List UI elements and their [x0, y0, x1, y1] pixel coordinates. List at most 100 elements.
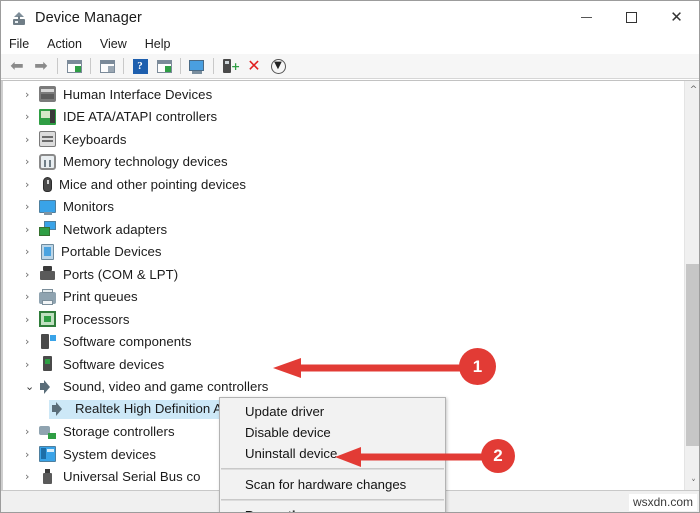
sound-device-icon	[51, 401, 68, 417]
context-menu-item-disable-device[interactable]: Disable device	[220, 422, 445, 443]
annotation-arrow-2	[335, 447, 491, 467]
chevron-right-icon[interactable]: ›	[25, 201, 39, 212]
usb-icon	[39, 468, 56, 485]
close-icon: ✕	[670, 8, 683, 26]
chevron-right-icon[interactable]: ›	[25, 89, 39, 100]
title-bar: Device Manager ✕	[1, 1, 699, 34]
context-menu-item-scan-for-hardware-changes[interactable]: Scan for hardware changes	[220, 474, 445, 495]
tree-item-label: Software components	[63, 334, 192, 350]
scan-for-hardware-changes-icon	[189, 59, 205, 74]
tree-item-print-queues[interactable]: › Print queues	[3, 286, 683, 309]
disable-device-button[interactable]: ▼	[267, 56, 289, 77]
tree-item-ide-ata-atapi-controllers[interactable]: › IDE ATA/ATAPI controllers	[3, 106, 683, 129]
uninstall-device-button[interactable]: ✕	[243, 56, 265, 77]
properties-button[interactable]	[96, 56, 118, 77]
mouse-icon	[43, 176, 52, 192]
software-device-icon	[39, 356, 56, 372]
annotation-arrow-1	[273, 358, 467, 378]
help-icon: ?	[132, 58, 148, 74]
tree-item-human-interface-devices[interactable]: › Human Interface Devices	[3, 83, 683, 106]
printer-icon	[39, 288, 56, 305]
menu-help[interactable]: Help	[145, 37, 180, 51]
update-driver-icon: +	[222, 58, 240, 74]
tree-item-processors[interactable]: › Processors	[3, 308, 683, 331]
chevron-right-icon[interactable]: ›	[25, 291, 39, 302]
show-hide-console-tree-button[interactable]	[63, 56, 85, 77]
device-manager-window: Device Manager ✕ File Action View Help ⬅…	[0, 0, 700, 513]
tree-item-label: Monitors	[63, 199, 114, 215]
tree-item-mice-and-other-pointing-devices[interactable]: › Mice and other pointing devices	[3, 173, 683, 196]
memory-technology-icon	[39, 153, 56, 170]
chevron-right-icon[interactable]: ›	[25, 179, 39, 190]
chevron-right-icon[interactable]: ›	[25, 426, 39, 437]
tree-item-label: Processors	[63, 311, 130, 327]
tree-item-label: System devices	[63, 446, 157, 462]
tree-item-label: Network adapters	[63, 221, 168, 237]
tree-item-label: Storage controllers	[63, 424, 175, 440]
tree-item-label: Ports (COM & LPT)	[63, 266, 179, 282]
chevron-right-icon[interactable]: ›	[25, 269, 39, 280]
toolbar-separator	[90, 58, 91, 74]
chevron-right-icon[interactable]: ›	[25, 471, 39, 482]
chevron-right-icon[interactable]: ›	[25, 246, 39, 257]
close-button[interactable]: ✕	[654, 1, 699, 34]
back-icon: ⬅	[10, 56, 24, 75]
tree-item-label: Memory technology devices	[63, 154, 228, 170]
chevron-right-icon[interactable]: ›	[25, 224, 39, 235]
tree-item-label: Print queues	[63, 289, 138, 305]
menu-file[interactable]: File	[9, 37, 38, 51]
storage-controller-icon	[39, 424, 56, 440]
toolbar-separator	[123, 58, 124, 74]
tree-item-portable-devices[interactable]: › Portable Devices	[3, 241, 683, 264]
human-interface-devices-icon	[39, 86, 56, 103]
chevron-right-icon[interactable]: ›	[25, 134, 39, 145]
chevron-down-icon[interactable]: ⌄	[25, 381, 39, 392]
tree-item-ports-com-and-lpt[interactable]: › Ports (COM & LPT)	[3, 263, 683, 286]
minimize-button[interactable]	[564, 1, 609, 34]
tree-item-label: Portable Devices	[61, 244, 162, 260]
tree-item-keyboards[interactable]: › Keyboards	[3, 128, 683, 151]
scan-for-hardware-changes-button[interactable]	[186, 56, 208, 77]
tree-item-memory-technology-devices[interactable]: › Memory technology devices	[3, 151, 683, 174]
help-button[interactable]: ?	[129, 56, 151, 77]
window-controls: ✕	[564, 1, 699, 34]
context-menu-item-update-driver[interactable]: Update driver	[220, 401, 445, 422]
chevron-right-icon[interactable]: ›	[25, 111, 39, 122]
update-driver-button[interactable]: +	[219, 56, 241, 77]
chevron-right-icon[interactable]: ›	[25, 449, 39, 460]
system-device-icon	[39, 446, 56, 463]
maximize-button[interactable]	[609, 1, 654, 34]
context-menu-item-properties[interactable]: Properties	[220, 505, 445, 512]
chevron-right-icon[interactable]: ›	[25, 359, 39, 370]
show-details-button[interactable]	[153, 56, 175, 77]
chevron-right-icon[interactable]: ›	[25, 314, 39, 325]
scrollbar-thumb[interactable]	[686, 264, 699, 446]
vertical-scrollbar[interactable]: ^ ˅	[684, 81, 699, 492]
watermark: wsxdn.com	[628, 494, 697, 511]
annotation-badge-1: 1	[459, 348, 496, 385]
portable-device-icon	[41, 243, 54, 260]
back-button[interactable]: ⬅	[6, 56, 28, 77]
properties-icon	[99, 59, 115, 73]
menu-view[interactable]: View	[100, 37, 136, 51]
forward-button[interactable]: ➡	[30, 56, 52, 77]
tree-item-monitors[interactable]: › Monitors	[3, 196, 683, 219]
tree-item-label: Human Interface Devices	[63, 86, 213, 102]
menu-action[interactable]: Action	[47, 37, 91, 51]
tree-item-software-components[interactable]: › Software components	[3, 331, 683, 354]
context-menu-separator	[221, 499, 444, 501]
scroll-up-button[interactable]: ^	[685, 81, 699, 98]
chevron-right-icon[interactable]: ›	[25, 336, 39, 347]
annotation-badge-2: 2	[481, 439, 515, 473]
tree-item-network-adapters[interactable]: › Network adapters	[3, 218, 683, 241]
chevron-right-icon[interactable]: ›	[25, 156, 39, 167]
show-details-icon	[156, 59, 172, 73]
window-title: Device Manager	[35, 9, 142, 26]
ide-controllers-icon	[39, 108, 56, 125]
toolbar-separator	[213, 58, 214, 74]
monitor-icon	[39, 200, 56, 216]
toolbar-separator	[180, 58, 181, 74]
toolbar-separator	[57, 58, 58, 74]
processor-icon	[39, 311, 56, 328]
toolbar: ⬅ ➡ ? + ✕ ▼	[1, 54, 699, 79]
